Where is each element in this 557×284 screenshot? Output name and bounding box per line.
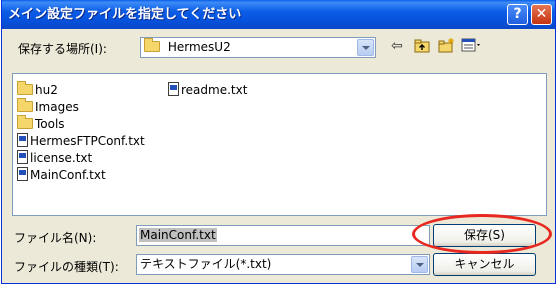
close-button[interactable]: ✕ xyxy=(531,4,552,25)
list-item[interactable]: license.txt xyxy=(17,150,92,167)
text-file-icon xyxy=(17,133,28,147)
folder-icon xyxy=(144,38,160,52)
text-file-icon xyxy=(17,167,28,181)
filename-value: MainConf.txt xyxy=(139,228,217,242)
location-combo[interactable]: HermesU2 xyxy=(140,37,376,58)
up-folder-icon[interactable] xyxy=(414,38,430,57)
location-value: HermesU2 xyxy=(167,40,231,54)
filetype-value: テキストファイル(*.txt) xyxy=(140,257,272,271)
filetype-select[interactable]: テキストファイル(*.txt) xyxy=(136,254,430,275)
list-item[interactable]: Tools xyxy=(17,115,65,133)
file-list[interactable]: hu2 Images Tools HermesFTPConf.txt licen… xyxy=(12,73,547,216)
list-item[interactable]: MainConf.txt xyxy=(17,167,106,184)
list-item[interactable]: readme.txt xyxy=(168,82,247,99)
cancel-button[interactable]: キャンセル xyxy=(433,253,536,276)
location-label: 保存する場所(I): xyxy=(18,42,107,56)
list-item[interactable]: hu2 xyxy=(17,81,58,99)
folder-icon xyxy=(17,115,33,129)
chevron-down-icon[interactable] xyxy=(357,39,374,56)
file-dialog: メイン設定ファイルを指定してください ? ✕ 保存する場所(I): Hermes… xyxy=(1,0,556,284)
back-arrow-icon[interactable]: ⇦ xyxy=(391,38,403,54)
list-item[interactable]: Images xyxy=(17,98,79,116)
filetype-label: ファイルの種類(T): xyxy=(14,260,119,274)
help-button[interactable]: ? xyxy=(507,4,528,25)
dialog-title: メイン設定ファイルを指定してください xyxy=(8,7,242,22)
filename-input[interactable]: MainConf.txt xyxy=(136,225,430,246)
filename-label: ファイル名(N): xyxy=(14,231,97,245)
text-file-icon xyxy=(168,82,179,96)
text-file-icon xyxy=(17,150,28,164)
list-item[interactable]: HermesFTPConf.txt xyxy=(17,133,145,150)
view-menu-icon[interactable] xyxy=(461,38,481,57)
chevron-down-icon[interactable] xyxy=(411,256,428,273)
new-folder-icon[interactable] xyxy=(438,38,455,57)
folder-icon xyxy=(17,98,33,112)
folder-icon xyxy=(17,81,33,95)
title-bar[interactable]: メイン設定ファイルを指定してください ? ✕ xyxy=(2,0,555,29)
highlight-ring xyxy=(412,214,552,254)
